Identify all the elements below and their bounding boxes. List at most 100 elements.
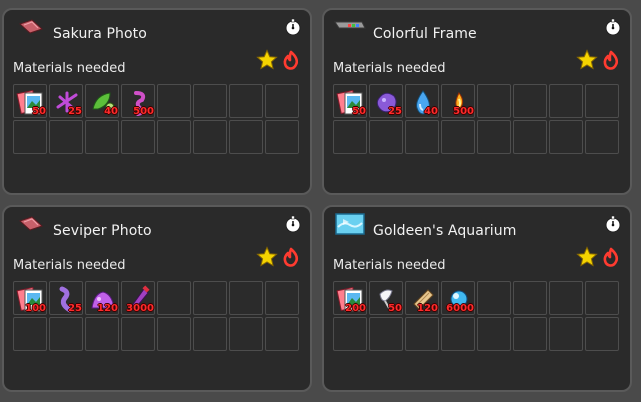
materials-grid: 50 25 40 500 [333,84,619,154]
material-quantity: 6000 [446,303,474,314]
card-title: Seviper Photo [53,223,152,239]
material-slot[interactable]: 3000 [121,281,155,315]
material-quantity: 500 [453,106,474,117]
empty-slot [513,317,547,351]
empty-slot [549,281,583,315]
empty-slot [477,84,511,118]
material-quantity: 40 [104,106,118,117]
empty-slot [157,84,191,118]
materials-needed-label: Materials needed [13,61,126,76]
empty-slot [157,281,191,315]
material-slot[interactable]: 100 [13,281,47,315]
material-slot[interactable]: 40 [405,84,439,118]
timer-icon[interactable] [604,18,622,36]
favorite-star-icon[interactable] [576,49,598,71]
materials-needed-label: Materials needed [333,258,446,273]
empty-slot [477,317,511,351]
empty-slot [333,120,367,154]
favorite-star-icon[interactable] [576,246,598,268]
empty-slot [585,317,619,351]
card-title: Goldeen's Aquarium [373,223,517,239]
empty-slot [441,317,475,351]
pink-photo-thumbnail-icon [19,216,43,231]
material-quantity: 25 [68,303,82,314]
empty-slot [369,120,403,154]
material-slot[interactable]: 500 [121,84,155,118]
empty-slot [549,120,583,154]
material-slot[interactable]: 25 [369,84,403,118]
empty-slot [229,281,263,315]
aquarium-thumbnail-icon [335,213,365,235]
empty-slot [229,317,263,351]
pink-photo-thumbnail-icon [19,19,43,34]
material-slot[interactable]: 6000 [441,281,475,315]
empty-slot [121,120,155,154]
empty-slot [265,317,299,351]
card-title: Sakura Photo [53,26,147,42]
empty-slot [121,317,155,351]
card-title: Colorful Frame [373,26,477,42]
empty-slot [229,120,263,154]
timer-icon[interactable] [604,215,622,233]
materials-needed-label: Materials needed [13,258,126,273]
empty-slot [549,84,583,118]
materials-grid: 50 25 40 500 [13,84,299,154]
material-slot[interactable]: 120 [405,281,439,315]
material-quantity: 500 [133,106,154,117]
material-quantity: 200 [345,303,366,314]
material-slot[interactable]: 200 [333,281,367,315]
material-slot[interactable]: 25 [49,84,83,118]
colorful-frame-thumbnail-icon [334,21,366,29]
empty-slot [13,317,47,351]
empty-slot [585,84,619,118]
material-slot[interactable]: 500 [441,84,475,118]
empty-slot [265,120,299,154]
fire-type-icon [603,247,619,267]
empty-slot [193,120,227,154]
empty-slot [405,317,439,351]
empty-slot [477,120,511,154]
crafting-card-sakura-photo[interactable]: Sakura Photo Materials needed 50 25 40 5… [2,8,312,195]
timer-icon[interactable] [284,18,302,36]
favorite-star-icon[interactable] [256,246,278,268]
empty-slot [265,84,299,118]
empty-slot [585,120,619,154]
empty-slot [85,120,119,154]
empty-slot [369,317,403,351]
empty-slot [513,120,547,154]
empty-slot [85,317,119,351]
material-quantity: 25 [388,106,402,117]
fire-type-icon [283,50,299,70]
material-quantity: 40 [424,106,438,117]
fire-type-icon [603,50,619,70]
empty-slot [549,317,583,351]
crafting-card-goldeens-aquarium[interactable]: Goldeen's Aquarium Materials needed 200 … [322,205,632,392]
empty-slot [405,120,439,154]
empty-slot [157,317,191,351]
material-slot[interactable]: 50 [333,84,367,118]
empty-slot [229,84,263,118]
timer-icon[interactable] [284,215,302,233]
materials-grid: 200 50 120 6000 [333,281,619,351]
empty-slot [513,281,547,315]
material-slot[interactable]: 120 [85,281,119,315]
material-quantity: 50 [352,106,366,117]
empty-slot [49,317,83,351]
empty-slot [333,317,367,351]
materials-needed-label: Materials needed [333,61,446,76]
material-quantity: 3000 [126,303,154,314]
empty-slot [513,84,547,118]
materials-grid: 100 25 120 3000 [13,281,299,351]
material-slot[interactable]: 50 [13,84,47,118]
material-slot[interactable]: 40 [85,84,119,118]
material-slot[interactable]: 25 [49,281,83,315]
crafting-card-colorful-frame[interactable]: Colorful Frame Materials needed 50 25 40… [322,8,632,195]
material-slot[interactable]: 50 [369,281,403,315]
material-quantity: 50 [32,106,46,117]
crafting-card-seviper-photo[interactable]: Seviper Photo Materials needed 100 25 12… [2,205,312,392]
favorite-star-icon[interactable] [256,49,278,71]
empty-slot [265,281,299,315]
empty-slot [477,281,511,315]
material-quantity: 120 [417,303,438,314]
empty-slot [49,120,83,154]
